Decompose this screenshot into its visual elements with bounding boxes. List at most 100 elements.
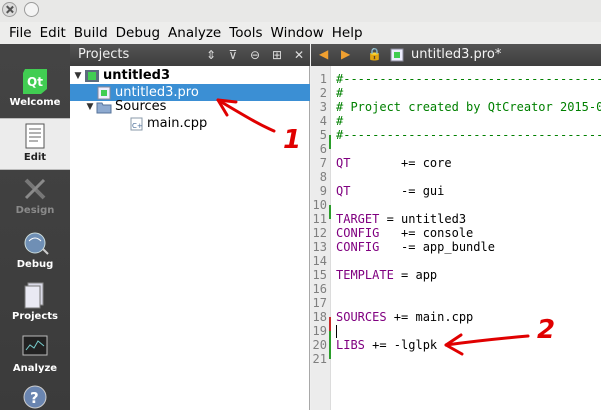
link-icon[interactable]: ⊖ [244,44,266,66]
code-line: #---------------------------------------… [336,128,601,142]
projects-panel-toolbar: ⇕ ⊽ ⊖ ⊞ ✕ [200,44,310,66]
projects-panel-header: Projects ⇕ ⊽ ⊖ ⊞ ✕ [70,44,310,66]
code-line: CONFIG += console [336,226,474,240]
mode-analyze-label: Analyze [12,363,58,374]
updown-icon[interactable]: ⇕ [200,44,222,66]
mode-analyze[interactable]: Analyze [0,330,70,382]
line-number: 4 [319,114,327,128]
menu-help[interactable]: Help [332,25,363,41]
folders-icon [24,282,44,309]
code-line: # [336,86,344,100]
project-icon [85,69,99,82]
expand-arrow-icon[interactable]: ▼ [84,102,96,112]
close-window-button[interactable] [2,2,17,17]
tree-item-project[interactable]: ▼ untitled3 [70,67,310,84]
changed-line-marker [329,317,331,331]
text-cursor [336,325,337,338]
changed-line-marker [329,331,331,359]
changed-line-marker [329,205,331,219]
help-icon: ? [23,385,47,409]
mode-edit-label: Edit [23,152,47,163]
close-icon[interactable]: ✕ [288,44,310,66]
line-number: 21 [312,352,327,366]
qt-logo-icon: Qt [23,69,47,94]
monitor-icon [22,335,48,356]
code-line: LIBS += -lglpk [336,338,438,352]
line-number: 8 [319,170,327,184]
editor-document-title[interactable]: untitled3.pro* [411,47,501,62]
forward-arrow-icon[interactable]: ▶ [341,47,350,61]
code-line: TARGET = untitled3 [336,212,467,226]
line-number: 6 [319,142,327,156]
line-number: 1 [319,72,327,86]
menu-debug[interactable]: Debug [116,25,160,41]
mode-design[interactable]: Design [0,172,70,224]
projects-tree: ▼ untitled3 untitled3.pro ▼ Sources C+ m… [70,66,310,410]
line-number-gutter: 1 2 3 4 5 6 7 8 9 10 11 12 13 14 15 16 17 18 19 20 21 [311,66,331,410]
code-line: # [336,114,344,128]
tree-item-main-cpp[interactable]: C+ main.cpp [70,115,310,132]
line-number: 10 [312,198,327,212]
line-number: 12 [312,226,327,240]
mode-welcome-label: Welcome [9,97,61,108]
line-number: 17 [312,296,327,310]
code-line [336,324,337,338]
menu-build[interactable]: Build [74,25,108,41]
cpp-file-icon: C+ [130,117,143,130]
code-editor[interactable]: #---------------------------------------… [331,66,601,410]
bug-icon [24,232,49,255]
lock-icon: 🔒 [367,47,382,61]
code-line: #---------------------------------------… [336,72,601,86]
changed-line-marker [329,135,331,149]
filter-icon[interactable]: ⊽ [222,44,244,66]
code-line: QT -= gui [336,184,445,198]
split-icon[interactable]: ⊞ [266,44,288,66]
tree-label-main-cpp: main.cpp [147,116,208,131]
svg-text:Qt: Qt [27,75,43,89]
menu-file[interactable]: File [9,25,32,41]
pro-file-icon [390,48,404,62]
tree-label-sources: Sources [115,99,167,114]
annotation-label-1: 1 [283,125,302,155]
code-line: # Project created by QtCreator 2015-02 [336,100,601,114]
line-number: 7 [319,156,327,170]
line-number: 14 [312,254,327,268]
back-arrow-icon[interactable]: ◀ [319,47,328,61]
svg-text:?: ? [30,389,39,407]
menu-edit[interactable]: Edit [40,25,66,41]
code-line: TEMPLATE = app [336,268,438,282]
folder-icon [96,102,112,113]
mode-projects-label: Projects [11,311,58,322]
projects-panel-title[interactable]: Projects [78,47,129,62]
document-icon [25,123,45,149]
line-number: 3 [319,100,327,114]
menu-tools[interactable]: Tools [229,25,262,41]
code-line: CONFIG -= app_bundle [336,240,495,254]
code-line: SOURCES += main.cpp [336,310,474,324]
tree-item-sources[interactable]: ▼ Sources [70,98,310,115]
mode-projects[interactable]: Projects [0,278,70,330]
line-number: 20 [312,338,327,352]
expand-arrow-icon[interactable]: ▼ [72,71,84,81]
tree-label-project: untitled3 [103,68,171,83]
line-number: 9 [319,184,327,198]
line-number: 19 [312,324,327,338]
line-number: 11 [312,212,327,226]
mode-edit[interactable]: Edit [0,118,70,170]
minimize-window-button[interactable] [24,2,39,17]
code-line: QT += core [336,156,452,170]
line-number: 16 [312,282,327,296]
mode-design-label: Design [15,205,55,216]
mode-selector: Qt Welcome Edit Design Debug Projects An… [0,44,70,410]
svg-text:C+: C+ [132,122,143,130]
line-number: 13 [312,240,327,254]
window-titlebar [0,0,601,22]
mode-help[interactable]: ? [0,380,70,410]
menu-bar: File Edit Build Debug Analyze Tools Wind… [0,22,601,44]
menu-window[interactable]: Window [271,25,324,41]
design-tools-icon [24,178,46,200]
menu-analyze[interactable]: Analyze [168,25,221,41]
mode-welcome[interactable]: Qt Welcome [0,64,70,116]
mode-debug[interactable]: Debug [0,226,70,278]
mode-debug-label: Debug [16,259,54,270]
